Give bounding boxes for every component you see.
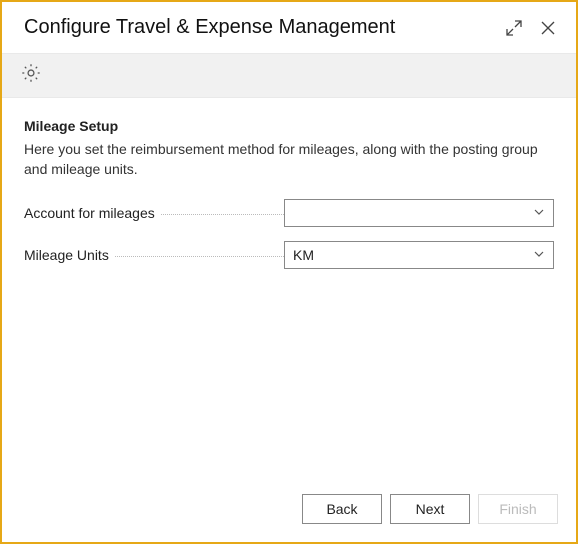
- mileage-units-select[interactable]: KM: [284, 241, 554, 269]
- expand-icon[interactable]: [504, 18, 524, 38]
- finish-button: Finish: [478, 494, 558, 524]
- account-for-mileages-select[interactable]: [284, 199, 554, 227]
- toolbar: [2, 53, 576, 98]
- label-text: Account for mileages: [24, 205, 155, 221]
- label-dots: [161, 214, 284, 215]
- dialog-title: Configure Travel & Expense Management: [24, 16, 504, 39]
- field-mileage-units: Mileage Units KM: [24, 241, 554, 269]
- content-area: Mileage Setup Here you set the reimburse…: [2, 98, 576, 482]
- chevron-down-icon: [533, 205, 545, 221]
- back-button[interactable]: Back: [302, 494, 382, 524]
- footer: Back Next Finish: [2, 482, 576, 542]
- section-title: Mileage Setup: [24, 118, 554, 134]
- next-button[interactable]: Next: [390, 494, 470, 524]
- select-value: KM: [293, 247, 533, 263]
- field-label: Mileage Units: [24, 247, 284, 263]
- titlebar: Configure Travel & Expense Management: [2, 2, 576, 53]
- label-text: Mileage Units: [24, 247, 109, 263]
- section-description: Here you set the reimbursement method fo…: [24, 140, 554, 179]
- field-label: Account for mileages: [24, 205, 284, 221]
- chevron-down-icon: [533, 247, 545, 263]
- close-icon[interactable]: [538, 18, 558, 38]
- field-account-for-mileages: Account for mileages: [24, 199, 554, 227]
- label-dots: [115, 256, 284, 257]
- gear-icon[interactable]: [20, 62, 42, 89]
- dialog-window: Configure Travel & Expense Management: [0, 0, 578, 544]
- titlebar-actions: [504, 18, 558, 38]
